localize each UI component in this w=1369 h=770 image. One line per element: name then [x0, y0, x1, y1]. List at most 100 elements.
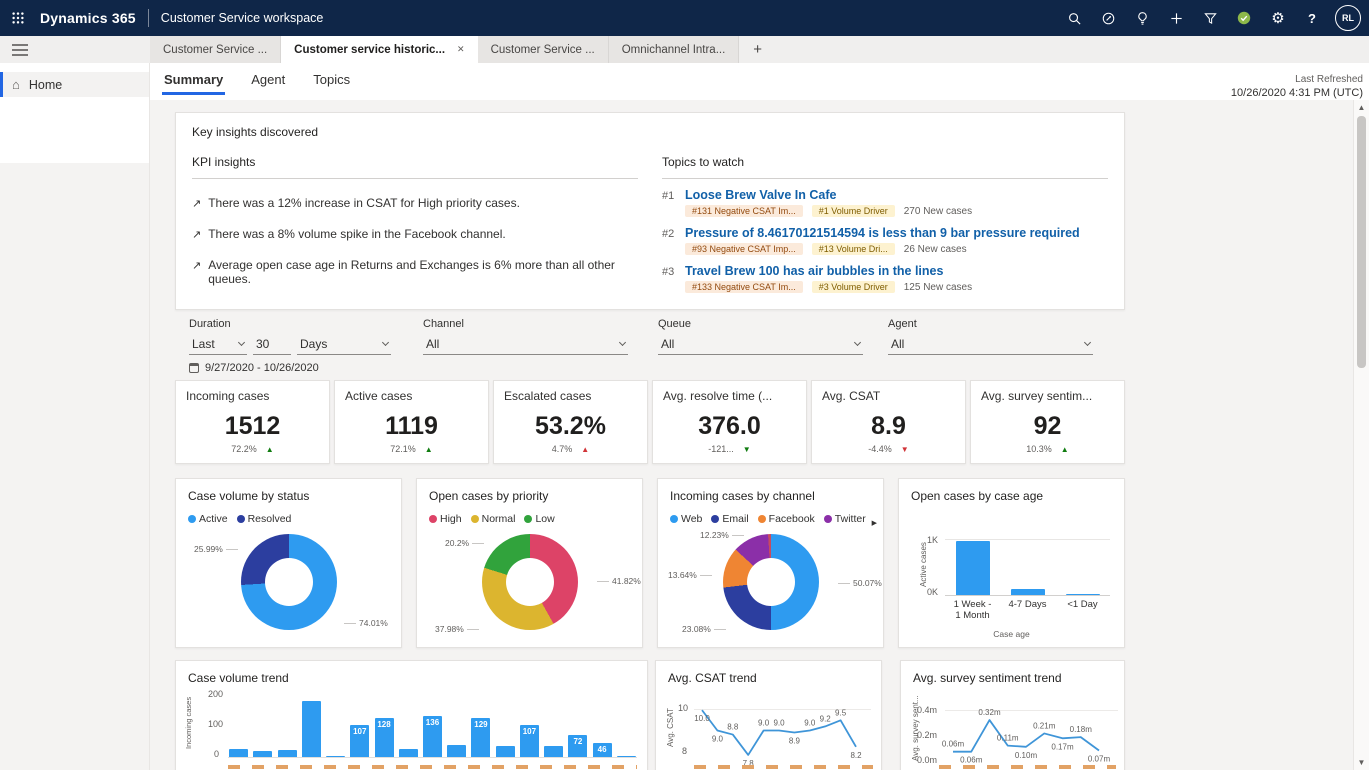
kpi-change: 4.7%▲	[494, 444, 647, 454]
clipped-date-axis	[694, 765, 873, 769]
close-tab-icon[interactable]: ✕	[457, 44, 465, 55]
chart-row-donuts: Case volume by status ActiveResolved 25.…	[175, 478, 1125, 648]
topics-heading: Topics to watch	[662, 155, 1108, 179]
queue-dropdown[interactable]: All	[658, 334, 863, 355]
x-axis-line	[945, 595, 1110, 596]
channel-dropdown[interactable]: All	[423, 334, 628, 355]
tab-agent[interactable]: Agent	[249, 63, 287, 95]
calendar-icon	[189, 363, 199, 373]
legend-dot-icon	[429, 515, 437, 523]
trend-arrow-icon: ▲	[425, 445, 433, 454]
tab-customer-service-historical[interactable]: Customer service historic... ✕	[281, 36, 477, 63]
lightbulb-icon[interactable]	[1125, 0, 1159, 36]
legend-item[interactable]: Active	[188, 513, 228, 525]
new-cases-count: 270 New cases	[904, 206, 972, 217]
chart-title: Case volume by status	[188, 489, 389, 503]
legend-item[interactable]: Normal	[471, 513, 516, 525]
presence-available-icon[interactable]	[1227, 0, 1261, 36]
card-avg-csat: Avg. CSAT 8.9 -4.4%▼	[811, 380, 966, 464]
settings-gear-icon[interactable]: ⚙	[1261, 0, 1295, 36]
search-icon[interactable]	[1057, 0, 1091, 36]
duration-last-dropdown[interactable]: Last	[189, 334, 247, 355]
svg-text:0.32m: 0.32m	[978, 708, 1001, 717]
tab-topics[interactable]: Topics	[311, 63, 352, 95]
trend-arrow-icon: ▼	[901, 445, 909, 454]
scroll-up-icon[interactable]: ▲	[1354, 103, 1369, 112]
bar-chart: Active cases 1K 0K 1 Week - 1 Month 4-7 …	[911, 535, 1112, 639]
slice-label-web: 50.07%	[838, 578, 882, 588]
scroll-down-icon[interactable]: ▼	[1354, 758, 1369, 767]
legend-item[interactable]: Twitter	[824, 513, 866, 525]
duration-count-input[interactable]	[253, 334, 291, 355]
scrollbar-thumb[interactable]	[1357, 116, 1366, 368]
trend-up-right-icon: ↗	[192, 228, 201, 241]
session-tab-strip: Customer Service ... Customer service hi…	[0, 36, 1369, 63]
user-avatar[interactable]: RL	[1335, 5, 1361, 31]
last-refreshed: Last Refreshed 10/26/2020 4:31 PM (UTC)	[1231, 74, 1363, 99]
tab-summary[interactable]: Summary	[162, 63, 225, 95]
sidebar-item-home[interactable]: ⌂ Home	[0, 72, 149, 97]
add-plus-icon[interactable]	[1159, 0, 1193, 36]
svg-text:9.2: 9.2	[820, 714, 832, 723]
topic-link[interactable]: Pressure of 8.46170121514594 is less tha…	[685, 226, 1080, 240]
x-axis-line	[228, 757, 637, 758]
svg-text:9.0: 9.0	[773, 718, 785, 727]
add-tab-button[interactable]: +	[739, 36, 776, 63]
help-icon[interactable]: ?	[1295, 0, 1329, 36]
chart-incoming-cases-by-channel: Incoming cases by channel WebEmailFacebo…	[657, 478, 884, 648]
card-escalated-cases: Escalated cases 53.2% 4.7%▲	[493, 380, 648, 464]
tab-list: Customer Service ... Customer service hi…	[150, 36, 776, 63]
legend-item[interactable]: Low	[524, 513, 554, 525]
bars: 1071281361291077246	[228, 695, 637, 757]
bar	[228, 695, 249, 757]
bar: 128	[373, 695, 394, 757]
filter-bar: Duration Last Days 9/27/2020 - 10/26/202…	[175, 318, 1125, 374]
kpi-title: Incoming cases	[186, 389, 325, 403]
legend-item[interactable]: Email	[711, 513, 748, 525]
topic-link[interactable]: Loose Brew Valve In Cafe	[685, 188, 972, 202]
site-map-hamburger-icon[interactable]	[0, 36, 40, 63]
trend-up-right-icon: ↗	[192, 259, 201, 272]
y-tick: 0	[214, 749, 219, 759]
negative-csat-badge: #131 Negative CSAT Im...	[685, 205, 803, 217]
svg-text:0.21m: 0.21m	[1033, 721, 1056, 730]
duration-unit-dropdown[interactable]: Days	[297, 334, 391, 355]
filter-funnel-icon[interactable]	[1193, 0, 1227, 36]
tab-omnichannel-intraday[interactable]: Omnichannel Intra...	[609, 36, 740, 63]
vertical-scrollbar[interactable]: ▲ ▼	[1353, 100, 1369, 770]
y-axis-label: Incoming cases	[184, 697, 193, 749]
chart-legend: Active Resolved	[188, 512, 389, 526]
legend-item[interactable]: High	[429, 513, 462, 525]
topic-link[interactable]: Travel Brew 100 has air bubbles in the l…	[685, 264, 972, 278]
svg-text:0.07m: 0.07m	[1088, 754, 1111, 763]
volume-driver-badge: #3 Volume Driver	[812, 281, 895, 293]
donut-ring	[723, 534, 819, 630]
legend-item[interactable]: Web	[670, 513, 702, 525]
agent-dropdown[interactable]: All	[888, 334, 1093, 355]
legend-dot-icon	[471, 515, 479, 523]
topic-rank: #1	[662, 188, 678, 217]
chevron-down-icon	[1084, 339, 1091, 346]
key-insights-card: Key insights discovered KPI insights ↗Th…	[175, 112, 1125, 310]
tab-customer-service-1[interactable]: Customer Service ...	[150, 36, 281, 63]
topic-item: #1 Loose Brew Valve In Cafe #131 Negativ…	[662, 188, 1108, 217]
bar: 129	[470, 695, 491, 757]
donut-chart: 12.23% 13.64% 23.08% 50.07%	[670, 530, 871, 638]
legend-item[interactable]: Resolved	[237, 513, 292, 525]
app-launcher-waffle-icon[interactable]	[0, 0, 36, 36]
legend-item[interactable]: Facebook	[758, 513, 815, 525]
bar: 107	[519, 695, 540, 757]
slice-label-normal: 37.98%	[435, 624, 479, 634]
insights-title: Key insights discovered	[192, 125, 1108, 139]
y-tick: 100	[208, 719, 223, 729]
line-chart: 0.06m0.06m0.32m0.11m0.10m0.21m0.17m0.18m…	[945, 703, 1107, 759]
legend-more-icon[interactable]: ▶	[872, 519, 877, 527]
trend-arrow-icon: ▼	[743, 445, 751, 454]
svg-text:0.10m: 0.10m	[1015, 751, 1038, 760]
svg-text:0.06m: 0.06m	[960, 756, 983, 765]
chart-open-cases-by-priority: Open cases by priority HighNormalLow 20.…	[416, 478, 643, 648]
tab-customer-service-2[interactable]: Customer Service ...	[478, 36, 609, 63]
tab-label: Omnichannel Intra...	[622, 44, 726, 56]
guidance-compass-icon[interactable]	[1091, 0, 1125, 36]
svg-text:0.18m: 0.18m	[1070, 725, 1093, 734]
